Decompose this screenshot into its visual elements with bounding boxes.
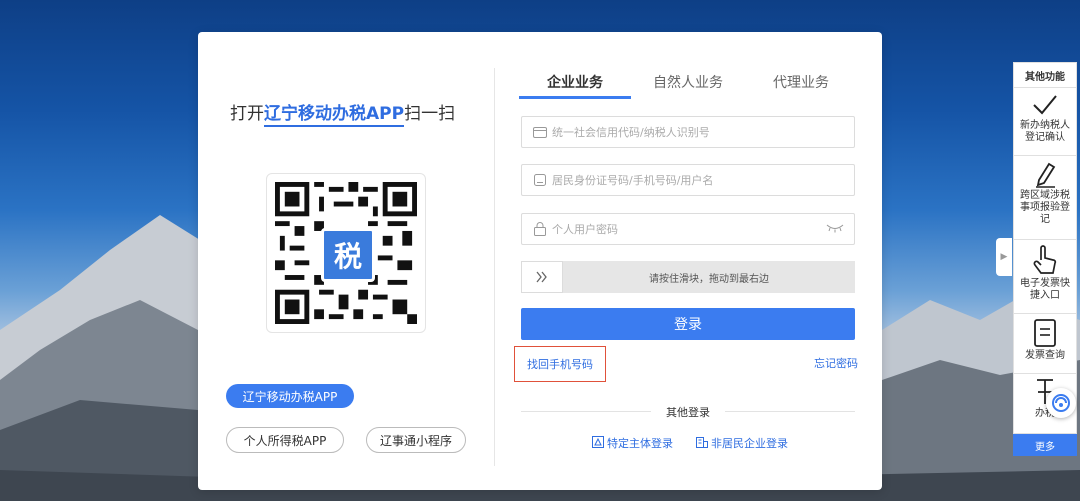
qr-app-name: 辽宁移动办税APP xyxy=(264,104,405,127)
panel-item-label: 发票查询 xyxy=(1025,350,1065,361)
hand-pointer-icon xyxy=(1033,245,1057,274)
slider-handle[interactable] xyxy=(521,261,563,293)
lock-icon xyxy=(532,222,548,236)
credit-code-input[interactable]: 统一社会信用代码/纳税人识别号 xyxy=(521,116,855,148)
double-chevron-right-icon xyxy=(536,271,547,283)
non-resident-label: 非居民企业登录 xyxy=(711,437,788,450)
login-card: 打开辽宁移动办税APP扫一扫 税 辽宁移动办税APP 个人所得税APP 辽事通小… xyxy=(198,32,882,490)
special-entity-label: 特定主体登录 xyxy=(607,437,673,450)
id-placeholder: 居民身份证号码/手机号码/用户名 xyxy=(552,174,714,187)
password-input[interactable]: 个人用户密码 xyxy=(521,213,855,245)
login-button[interactable]: 登录 xyxy=(521,308,855,340)
credit-code-placeholder: 统一社会信用代码/纳税人识别号 xyxy=(552,126,710,139)
qr-instruction-prefix: 打开 xyxy=(230,104,264,124)
hide-password-icon[interactable] xyxy=(826,223,844,236)
find-phone-highlight: 找回手机号码 xyxy=(514,346,606,382)
panel-item-new-taxpayer[interactable]: 新办纳税人登记确认 xyxy=(1013,88,1077,156)
password-placeholder: 个人用户密码 xyxy=(552,223,618,236)
mini-program-button[interactable]: 辽事通小程序 xyxy=(366,427,466,453)
find-phone-link[interactable]: 找回手机号码 xyxy=(527,356,593,372)
collapse-panel-arrow[interactable]: ▶ xyxy=(996,238,1012,276)
panel-item-e-invoice[interactable]: 电子发票快捷入口 xyxy=(1013,240,1077,314)
slide-verification: 请按住滑块，拖动到最右边 xyxy=(521,261,855,293)
panel-item-cross-region[interactable]: 跨区域涉税事项报验登记 xyxy=(1013,156,1077,240)
panel-item-label: 跨区域涉税事项报验登记 xyxy=(1020,190,1070,225)
tax-logo-icon: 税 xyxy=(321,228,375,282)
id-phone-username-input[interactable]: 居民身份证号码/手机号码/用户名 xyxy=(521,164,855,196)
assistant-float-button[interactable] xyxy=(1046,388,1076,418)
panel-title: 其他功能 xyxy=(1013,62,1077,88)
other-login-divider-right xyxy=(725,411,855,412)
panel-item-invoice-query[interactable]: 发票查询 xyxy=(1013,314,1077,374)
panel-item-label: 电子发票快捷入口 xyxy=(1020,278,1070,301)
enterprise-icon xyxy=(696,436,708,451)
qr-instruction-suffix: 扫一扫 xyxy=(404,104,456,124)
building-icon xyxy=(592,435,604,451)
panel-more-button[interactable]: 更多 xyxy=(1013,434,1077,456)
other-login-divider-left xyxy=(521,411,651,412)
vertical-divider xyxy=(494,68,495,466)
document-icon xyxy=(1034,319,1056,347)
other-login-title: 其他登录 xyxy=(666,406,710,419)
tab-agent[interactable]: 代理业务 xyxy=(745,72,857,92)
personal-tax-app-button[interactable]: 个人所得税APP xyxy=(226,427,344,453)
forgot-password-link[interactable]: 忘记密码 xyxy=(798,355,858,371)
panel-item-label: 新办纳税人登记确认 xyxy=(1020,120,1070,143)
card-icon xyxy=(532,125,548,139)
slider-hint: 请按住滑块，拖动到最右边 xyxy=(649,273,769,285)
pen-icon xyxy=(1036,162,1056,188)
download-app-button[interactable]: 辽宁移动办税APP xyxy=(226,384,354,408)
tab-enterprise[interactable]: 企业业务 xyxy=(519,72,631,92)
check-icon xyxy=(1033,95,1057,115)
qr-code: 税 xyxy=(266,173,426,333)
qr-instruction: 打开辽宁移动办税APP扫一扫 xyxy=(230,99,470,127)
id-card-icon xyxy=(532,173,548,187)
special-entity-login-link[interactable]: 特定主体登录 xyxy=(592,435,673,451)
non-resident-login-link[interactable]: 非居民企业登录 xyxy=(696,435,788,451)
refresh-assistant-icon xyxy=(1052,394,1070,412)
active-tab-indicator xyxy=(519,96,631,99)
tab-natural-person[interactable]: 自然人业务 xyxy=(632,72,744,92)
